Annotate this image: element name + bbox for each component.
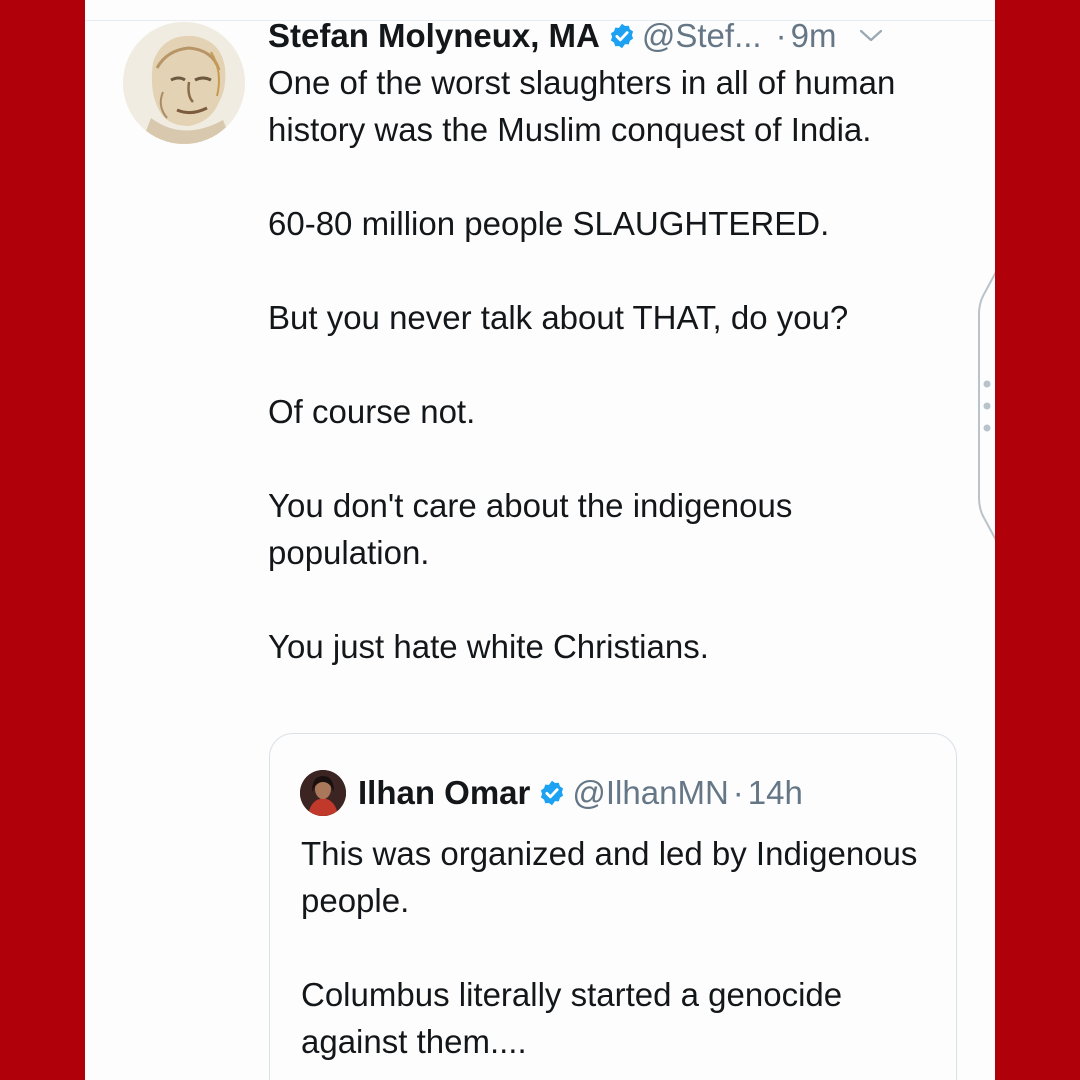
quoted-tweet-card[interactable]: Ilhan Omar @IlhanMN · 14h This was organ… xyxy=(269,733,957,1080)
avatar-portrait-icon xyxy=(123,22,245,144)
quoted-author-avatar[interactable] xyxy=(300,770,346,816)
verified-badge-icon xyxy=(538,779,566,807)
chevron-down-icon[interactable] xyxy=(858,27,884,45)
tweet-screen: Stefan Molyneux, MA @Stef... · 9m One of… xyxy=(85,0,995,1080)
quoted-author-name[interactable]: Ilhan Omar xyxy=(358,774,530,812)
tweet-paragraph: You just hate white Christians. xyxy=(268,628,709,665)
red-frame-right xyxy=(995,0,1080,1080)
tweet-paragraph: 60-80 million people SLAUGHTERED. xyxy=(268,205,830,242)
quoted-tweet-timestamp: 14h xyxy=(747,774,803,811)
tweet-paragraph: You don't care about the indigenous popu… xyxy=(268,487,793,571)
tweet-body: One of the worst slaughters in all of hu… xyxy=(268,59,958,670)
red-frame-left xyxy=(0,0,85,1080)
verified-badge-icon xyxy=(608,22,636,50)
quoted-tweet-header: Ilhan Omar @IlhanMN · 14h xyxy=(300,770,803,816)
author-avatar[interactable] xyxy=(123,22,245,144)
side-drawer-handle[interactable] xyxy=(978,270,995,542)
quoted-tweet-paragraph: Columbus literally started a genocide ag… xyxy=(301,976,843,1060)
quoted-author-handle[interactable]: @IlhanMN xyxy=(572,774,728,812)
tweet-paragraph: One of the worst slaughters in all of hu… xyxy=(268,64,896,148)
author-name[interactable]: Stefan Molyneux, MA xyxy=(268,17,600,55)
tweet-paragraph: Of course not. xyxy=(268,393,476,430)
separator-dot: · xyxy=(775,17,787,54)
separator-dot: · xyxy=(732,774,744,811)
tweet-header: Stefan Molyneux, MA @Stef... · 9m xyxy=(268,14,884,58)
quoted-tweet-body: This was organized and led by Indigenous… xyxy=(301,830,941,1065)
author-handle[interactable]: @Stef... xyxy=(642,17,762,55)
tweet-paragraph: But you never talk about THAT, do you? xyxy=(268,299,849,336)
quoted-tweet-paragraph: This was organized and led by Indigenous… xyxy=(301,835,918,919)
tweet-timestamp[interactable]: 9m xyxy=(791,17,837,55)
